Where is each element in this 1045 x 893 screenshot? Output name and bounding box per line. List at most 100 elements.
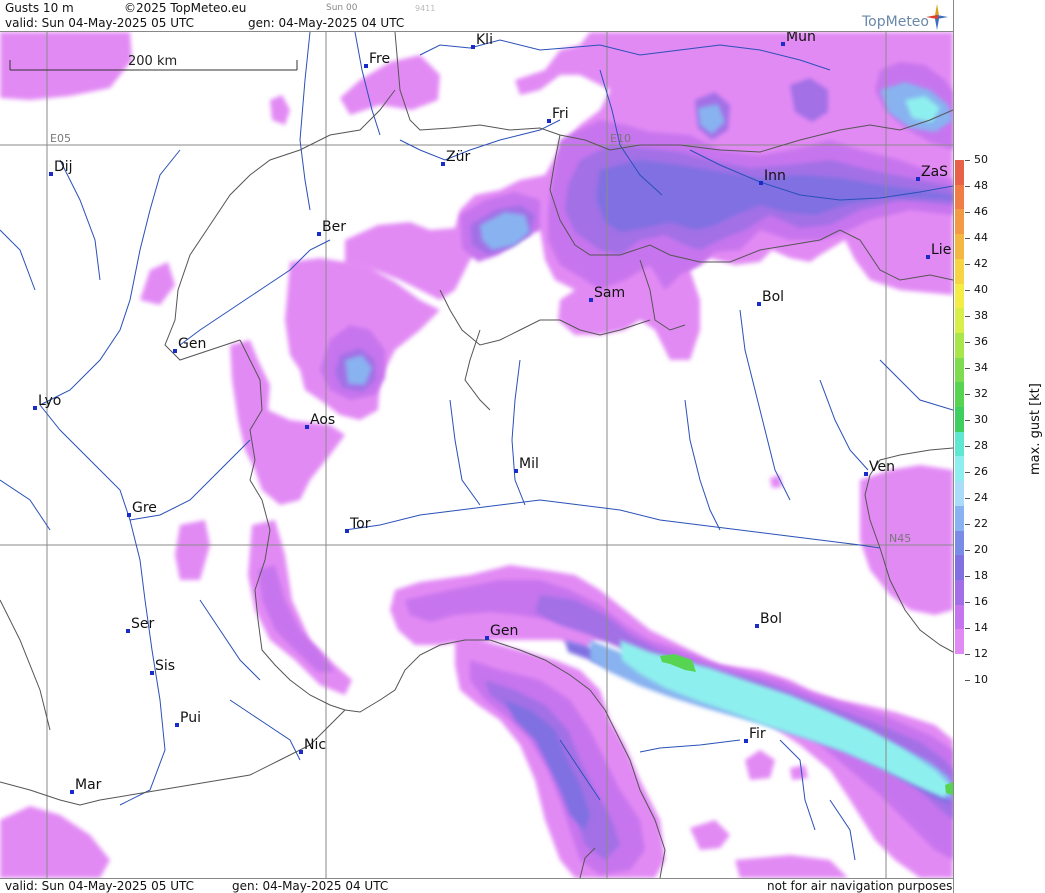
city-nic: Nic bbox=[299, 737, 326, 754]
scale-tick bbox=[965, 498, 970, 499]
color-scale-segment bbox=[955, 283, 964, 309]
city-marker bbox=[485, 636, 489, 640]
city-label: Fre bbox=[369, 51, 390, 67]
city-label: Bol bbox=[760, 611, 782, 627]
scale-tick bbox=[965, 264, 970, 265]
city-ven: Ven bbox=[864, 459, 895, 476]
city-marker bbox=[299, 750, 303, 754]
scale-tick-label: 46 bbox=[974, 205, 988, 218]
scale-tick-label: 20 bbox=[974, 543, 988, 556]
map-title: Gusts 10 m bbox=[5, 1, 74, 15]
color-scale-segment bbox=[955, 555, 964, 581]
city-marker bbox=[926, 255, 930, 259]
city-gen: Gen bbox=[485, 623, 518, 640]
color-scale-segment bbox=[955, 308, 964, 334]
scale-tick bbox=[965, 472, 970, 473]
color-scale-bar bbox=[955, 160, 964, 655]
color-scale-segment bbox=[955, 505, 964, 531]
city-marker bbox=[757, 302, 761, 306]
header-valid-time: valid: Sun 04-May-2025 05 UTC bbox=[5, 16, 194, 30]
city-marker bbox=[441, 162, 445, 166]
city-label: Zür bbox=[446, 149, 470, 165]
city-label: Mil bbox=[519, 456, 539, 472]
city-label: Mun bbox=[786, 32, 816, 45]
scale-tick bbox=[965, 290, 970, 291]
city-label: Nic bbox=[304, 737, 326, 753]
color-scale-segment bbox=[955, 160, 964, 186]
color-scale-segment bbox=[955, 209, 964, 235]
city-marker bbox=[514, 469, 518, 473]
city-marker bbox=[864, 472, 868, 476]
scale-bar-label: 200 km bbox=[128, 54, 177, 69]
color-scale-segment bbox=[955, 332, 964, 359]
scale-tick-label: 50 bbox=[974, 153, 988, 166]
city-label: Ser bbox=[131, 616, 155, 632]
grid-label-n45: N45 bbox=[889, 532, 911, 545]
scale-tick-label: 48 bbox=[974, 179, 988, 192]
city-marker bbox=[175, 723, 179, 727]
city-label: Bol bbox=[762, 289, 784, 305]
city-marker bbox=[364, 64, 368, 68]
city-gre: Gre bbox=[127, 500, 157, 517]
color-scale-segment bbox=[955, 456, 964, 482]
color-scale-segment bbox=[955, 184, 964, 210]
city-label: Gre bbox=[132, 500, 157, 516]
run-label: Sun 00 bbox=[326, 3, 358, 13]
color-scale-segment bbox=[955, 382, 964, 408]
city-marker bbox=[781, 42, 785, 46]
gust-map: E05 E10 N45 200 km Kli MunFreFriDijZürIn… bbox=[0, 32, 953, 878]
scale-tick bbox=[965, 524, 970, 525]
city-label: Inn bbox=[764, 168, 786, 184]
scale-tick bbox=[965, 186, 970, 187]
color-scale-segment bbox=[955, 234, 964, 260]
footer-gen-time: gen: 04-May-2025 04 UTC bbox=[232, 879, 389, 893]
city-label: ZaS bbox=[921, 164, 948, 180]
city-label: Sis bbox=[155, 658, 175, 674]
scale-tick-label: 36 bbox=[974, 335, 988, 348]
scale-tick-label: 24 bbox=[974, 491, 988, 504]
city-marker bbox=[589, 298, 593, 302]
city-marker bbox=[755, 624, 759, 628]
scale-tick bbox=[965, 680, 970, 681]
scale-tick bbox=[965, 368, 970, 369]
city-gen: Gen bbox=[173, 336, 206, 353]
scale-tick-label: 42 bbox=[974, 257, 988, 270]
grid-label-e10: E10 bbox=[610, 132, 631, 145]
scale-tick-label: 34 bbox=[974, 361, 988, 374]
run-code: 9411 bbox=[415, 4, 436, 13]
footer-disclaimer: not for air navigation purposes bbox=[767, 879, 953, 893]
scale-tick bbox=[965, 394, 970, 395]
city-marker bbox=[547, 119, 551, 123]
scale-tick-label: 16 bbox=[974, 595, 988, 608]
city-label: Gen bbox=[490, 623, 518, 639]
city-marker bbox=[33, 406, 37, 410]
scale-tick-label: 18 bbox=[974, 569, 988, 582]
scale-tick-label: 38 bbox=[974, 309, 988, 322]
city-label: Dij bbox=[54, 159, 73, 175]
city-zas: ZaS bbox=[916, 164, 948, 181]
city-ber: Ber bbox=[317, 219, 346, 236]
city-marker bbox=[49, 172, 53, 176]
footer-valid-time: valid: Sun 04-May-2025 05 UTC bbox=[5, 879, 194, 893]
city-marker bbox=[70, 790, 74, 794]
city-mun: Mun bbox=[781, 32, 816, 46]
scale-tick-label: 14 bbox=[974, 621, 988, 634]
scale-tick bbox=[965, 316, 970, 317]
city-marker bbox=[744, 739, 748, 743]
topmeteo-logo: TopMeteo bbox=[862, 14, 929, 30]
color-scale-segment bbox=[955, 530, 964, 556]
city-label: Mar bbox=[75, 777, 102, 793]
city-aos: Aos bbox=[305, 412, 335, 429]
city-label: Ven bbox=[869, 459, 895, 475]
scale-tick-label: 26 bbox=[974, 465, 988, 478]
city-bol: Bol bbox=[757, 289, 784, 306]
color-scale-segment bbox=[955, 579, 964, 606]
grid-label-e05: E05 bbox=[50, 132, 71, 145]
city-label: Aos bbox=[310, 412, 335, 428]
scale-tick-label: 44 bbox=[974, 231, 988, 244]
scale-tick bbox=[965, 212, 970, 213]
scale-tick bbox=[965, 446, 970, 447]
city-marker bbox=[150, 671, 154, 675]
city-label: Tor bbox=[349, 516, 371, 532]
scale-tick bbox=[965, 238, 970, 239]
